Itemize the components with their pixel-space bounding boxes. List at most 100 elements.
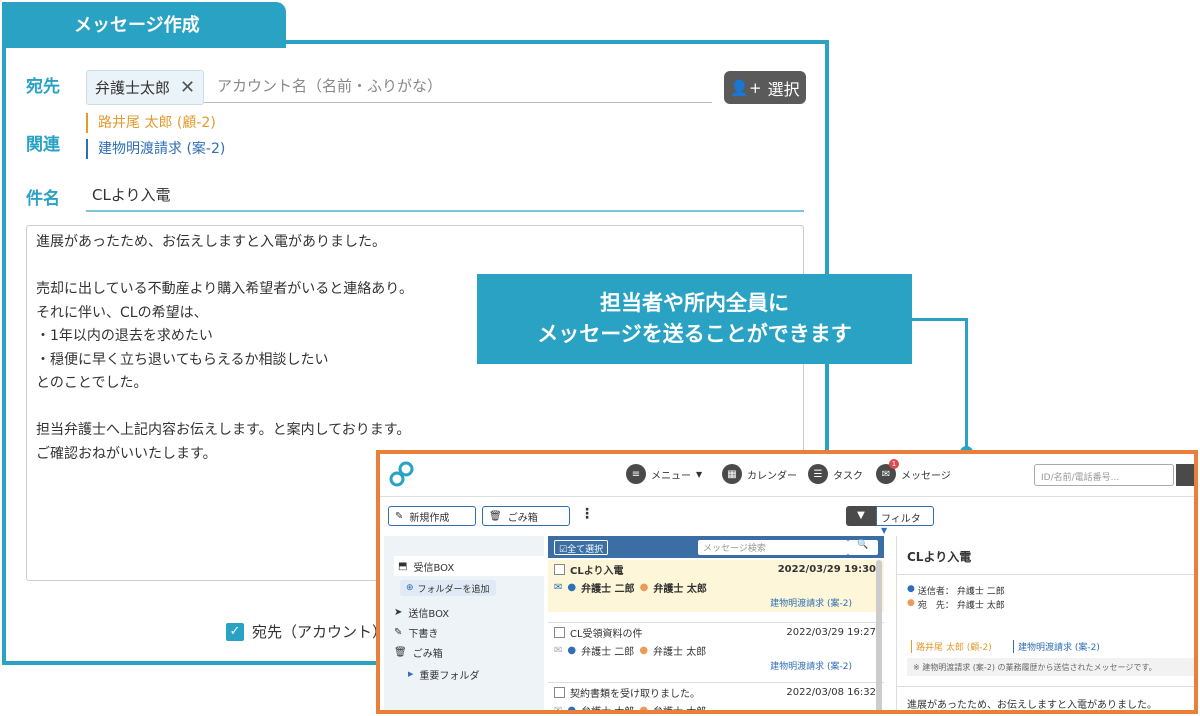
related-label: 関連: [26, 135, 60, 155]
list-scrollbar[interactable]: [876, 560, 882, 710]
to-label: 宛先: [26, 77, 60, 97]
global-search-input[interactable]: ID/名前/電話番号...: [1034, 464, 1174, 486]
folder-sent[interactable]: ➤ 送信BOX: [394, 602, 449, 622]
folder-trash[interactable]: 🗑 ごみ箱: [394, 642, 443, 662]
detail-body: 進展があったため、お伝えしますと入電がありました。: [907, 700, 1157, 711]
detail-sender-label: 送信者：: [917, 587, 954, 597]
folder-important[interactable]: ▶ 重要フォルダ: [408, 664, 479, 684]
callout-line-1: 担当者や所内全員に: [600, 291, 789, 315]
to-input-placeholder[interactable]: アカウント名（名前・ふりがな）: [217, 75, 442, 96]
to-field[interactable]: 弁護士太郎 ✕ アカウント名（名前・ふりがな）: [86, 70, 712, 105]
body-line: [36, 396, 794, 420]
task-icon: ☰: [808, 464, 828, 484]
body-line: 担当弁護士へ上記内容お伝えします。と案内しております。: [36, 422, 411, 438]
caret-right-icon: ▶: [408, 670, 414, 678]
message-row[interactable]: 契約書類を受け取りました。 2022/03/08 16:32 ✉ ● 弁護士 太郎 ● 弁…: [548, 682, 884, 714]
row-checkbox[interactable]: [554, 626, 565, 638]
search-icon[interactable]: 🔍: [848, 540, 878, 555]
recipient-chip-label: 弁護士太郎: [95, 79, 171, 97]
recipient-icon: ●: [907, 598, 915, 608]
subject-input[interactable]: CLより入電: [86, 176, 804, 212]
message-subject: 契約書類を受け取りました。: [570, 688, 700, 700]
folder-drafts[interactable]: ✎ 下書き: [394, 622, 438, 642]
message-badge: 1: [889, 459, 899, 469]
message-from: 弁護士 二郎: [581, 583, 635, 595]
app-logo-icon: [389, 461, 414, 487]
trash-label: ごみ箱: [507, 512, 538, 524]
message-date: 2022/03/29 19:27: [786, 626, 876, 638]
select-recipients-button[interactable]: 👤+ 選択: [724, 71, 806, 104]
message-row[interactable]: CL受領資料の件 2022/03/29 19:27 ✉ ● 弁護士 二郎 ● 弁護士 太郎…: [548, 622, 884, 675]
folder-inbox-label: 受信BOX: [413, 562, 455, 574]
add-icon: ⊕: [406, 583, 414, 593]
envelope-icon: ✉: [554, 581, 563, 593]
select-all-label: 全て選択: [567, 545, 604, 555]
nav-menu[interactable]: ≡ メニュー ▼: [626, 464, 702, 484]
nav-calendar-label: カレンダー: [747, 470, 797, 482]
recipient-icon: ●: [639, 581, 649, 593]
detail-title: CLより入電: [907, 550, 972, 564]
nav-menu-label: メニュー: [651, 470, 691, 482]
filter-dropdown[interactable]: フィルタ ▼: [876, 506, 934, 535]
message-date: 2022/03/29 19:30: [777, 563, 876, 575]
global-search-button[interactable]: [1176, 464, 1194, 486]
nav-task-label: タスク: [833, 470, 863, 482]
folder-important-label: 重要フォルダ: [419, 670, 480, 682]
recipient-account-checkbox[interactable]: ✓ 宛先（アカウント）: [226, 621, 387, 642]
folder-drafts-label: 下書き: [408, 628, 439, 640]
detail-sender: ● 送信者： 弁護士 二郎: [907, 584, 1005, 597]
list-header: ☑全て選択 メッセージ検索 🔍: [548, 536, 884, 558]
message-tag: 建物明渡請求 (案-2): [770, 599, 852, 609]
add-folder-button[interactable]: ⊕ フォルダーを追加: [400, 580, 496, 596]
trash-icon: 🗑: [489, 510, 502, 522]
more-options-icon[interactable]: ⋮: [580, 506, 594, 522]
checkbox-label: 宛先（アカウント）: [252, 623, 388, 641]
message-to: 弁護士 太郎: [653, 646, 707, 658]
remove-recipient-icon[interactable]: ✕: [180, 77, 195, 98]
message-list: ☑全て選択 メッセージ検索 🔍 CLより入電 2022/03/29 19:30 ✉…: [548, 536, 884, 714]
pencil-icon: ✎: [395, 510, 404, 522]
nav-message-label: メッセージ: [901, 470, 951, 482]
detail-tag-client[interactable]: 路井尾 太郎 (顧-2): [911, 640, 992, 653]
divider: [897, 686, 1194, 687]
message-date: 2022/03/08 16:32: [786, 686, 876, 698]
recipient-chip[interactable]: 弁護士太郎 ✕: [86, 70, 205, 105]
envelope-icon: ✉ 1: [876, 459, 899, 484]
checkbox-checked-icon[interactable]: ✓: [226, 622, 244, 641]
callout-line-2: メッセージを送ることができます: [537, 322, 852, 346]
detail-recipient: ● 宛 先： 弁護士 太郎: [907, 598, 1005, 611]
detail-to-label: 宛 先：: [917, 601, 954, 611]
new-message-button[interactable]: ✎ 新規作成: [388, 506, 476, 526]
pencil-icon: ✎: [394, 626, 403, 638]
related-client[interactable]: 路井尾 太郎 (顧-2): [86, 113, 216, 133]
row-checkbox[interactable]: [554, 686, 565, 698]
sender-icon: ●: [907, 584, 915, 594]
select-button-label: 選択: [767, 79, 800, 99]
filter-icon[interactable]: ▼: [846, 506, 876, 526]
nav-message[interactable]: ✉ 1 メッセージ: [876, 459, 951, 484]
nav-task[interactable]: ☰ タスク: [808, 464, 863, 484]
message-to: 弁護士 太郎: [653, 706, 707, 714]
message-subject: CL受領資料の件: [570, 628, 643, 640]
row-checkbox[interactable]: [554, 563, 565, 575]
message-detail-pane: CLより入電 ● 送信者： 弁護士 二郎 ● 宛 先： 弁護士 太郎 路井尾 太…: [896, 536, 1194, 711]
callout-connector-h: [912, 318, 968, 321]
related-case[interactable]: 建物明渡請求 (案-2): [86, 139, 225, 159]
message-row[interactable]: CLより入電 2022/03/29 19:30 ✉ ● 弁護士 二郎 ● 弁護士 太郎 建…: [548, 560, 884, 612]
chevron-down-icon: ▼: [696, 469, 703, 479]
message-search-input[interactable]: メッセージ検索: [698, 540, 848, 555]
recipient-icon: ●: [639, 644, 649, 656]
folder-inbox[interactable]: ⬒ 受信BOX: [394, 556, 544, 576]
detail-sender-value: 弁護士 二郎: [956, 587, 1005, 597]
composer-tab-title: メッセージ作成: [2, 2, 286, 48]
inbox-icon: ⬒: [398, 560, 408, 572]
message-search-placeholder: メッセージ検索: [703, 544, 766, 554]
subject-label: 件名: [26, 189, 60, 209]
body-line: とのことでした。: [36, 375, 148, 391]
folder-trash-label: ごみ箱: [412, 648, 443, 660]
trash-button[interactable]: 🗑 ごみ箱: [482, 506, 570, 526]
checkbox-icon: ☑: [559, 545, 568, 555]
nav-calendar[interactable]: ▦ カレンダー: [722, 464, 797, 484]
select-all-button[interactable]: ☑全て選択: [554, 540, 609, 555]
detail-tag-case[interactable]: 建物明渡請求 (案-2): [1013, 640, 1100, 653]
